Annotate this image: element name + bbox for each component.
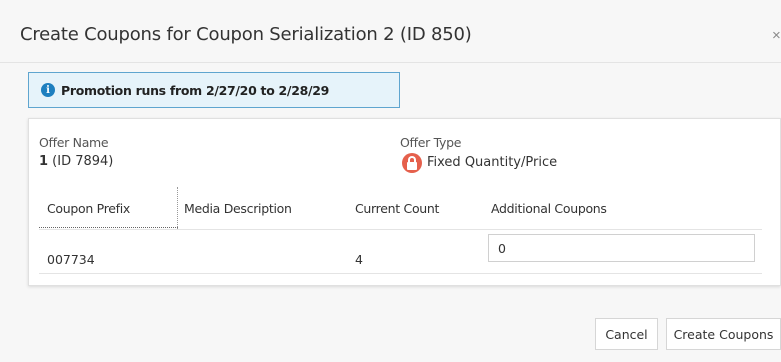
offer-name-value: 1 (ID 7894) [39,154,113,169]
promotion-dates-text: Promotion runs from 2/27/20 to 2/28/29 [61,82,330,98]
table-divider [39,273,762,274]
additional-coupons-input[interactable] [488,234,755,262]
offer-name-number: 1 [39,154,49,169]
column-header-coupon-prefix[interactable]: Coupon Prefix [47,201,130,216]
offer-name-id: (ID 7894) [48,154,114,169]
focused-column-indicator [39,227,178,228]
cancel-button[interactable]: Cancel [595,318,658,350]
cell-current-count: 4 [355,252,363,267]
offer-type-label: Offer Type [400,135,462,150]
cell-coupon-prefix: 007734 [47,252,95,267]
promotion-info-banner: i Promotion runs from 2/27/20 to 2/28/29 [28,72,400,108]
offer-name-label: Offer Name [39,135,109,150]
create-coupons-button[interactable]: Create Coupons [666,318,781,350]
column-resize-handle[interactable] [177,187,178,229]
info-icon: i [41,83,55,97]
offer-card: Offer Name 1 (ID 7894) Offer Type Fixed … [28,118,781,286]
close-icon[interactable]: × [772,27,781,44]
lock-icon [402,153,422,173]
column-header-additional-coupons[interactable]: Additional Coupons [491,201,607,216]
offer-type-value: Fixed Quantity/Price [427,155,558,170]
dialog-title: Create Coupons for Coupon Serialization … [20,24,472,45]
column-header-current-count[interactable]: Current Count [355,201,439,216]
column-header-media-description[interactable]: Media Description [184,201,292,216]
table-divider [39,229,762,230]
dialog-header: Create Coupons for Coupon Serialization … [0,0,781,63]
